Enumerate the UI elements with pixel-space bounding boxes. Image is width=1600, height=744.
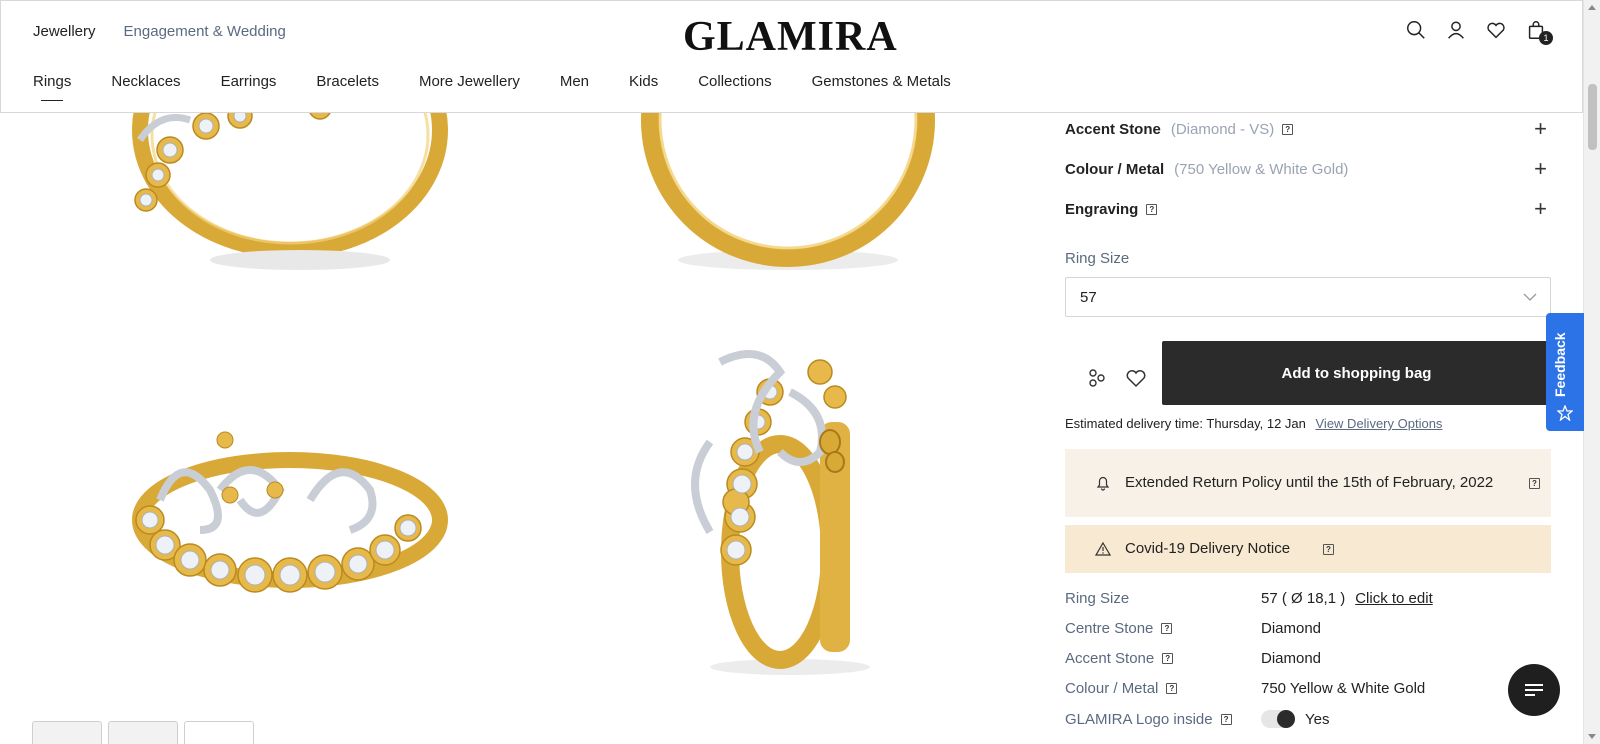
- view-delivery-options-link[interactable]: View Delivery Options: [1316, 416, 1443, 431]
- option-value: (750 Yellow & White Gold): [1174, 160, 1349, 178]
- share-icon[interactable]: [1085, 366, 1109, 390]
- chat-icon: [1525, 684, 1543, 696]
- spec-label: GLAMIRA Logo inside: [1065, 711, 1213, 728]
- warning-icon: [1095, 541, 1111, 556]
- nav-gemstones-metals[interactable]: Gemstones & Metals: [812, 73, 951, 90]
- spec-label: Centre Stone: [1065, 620, 1154, 637]
- spec-label: Colour / Metal: [1065, 680, 1159, 697]
- help-icon[interactable]: ?: [1323, 543, 1334, 555]
- scrollbar-thumb[interactable]: [1588, 84, 1597, 150]
- spec-value: 750 Yellow & White Gold: [1261, 680, 1426, 697]
- nav-rings[interactable]: Rings: [33, 73, 71, 101]
- ring-size-value: 57: [1080, 288, 1097, 306]
- ring-image-1[interactable]: [110, 90, 450, 280]
- return-policy-text: Extended Return Policy until the 15th of…: [1125, 474, 1494, 491]
- delivery-estimate: Estimated delivery time: Thursday, 12 Ja…: [1065, 416, 1442, 431]
- nav-jewellery[interactable]: Jewellery: [33, 23, 96, 40]
- feedback-tab[interactable]: Feedback: [1546, 313, 1584, 431]
- nav-bracelets[interactable]: Bracelets: [316, 73, 379, 90]
- help-icon[interactable]: ?: [1529, 477, 1540, 489]
- option-label: Colour / Metal: [1065, 160, 1165, 178]
- top-nav: Jewellery Engagement & Wedding: [33, 23, 286, 40]
- nav-necklaces[interactable]: Necklaces: [111, 73, 180, 90]
- spec-label: Ring Size: [1065, 590, 1130, 607]
- chat-button[interactable]: [1508, 664, 1560, 716]
- toggle-label: Yes: [1305, 711, 1330, 728]
- nav-men[interactable]: Men: [560, 73, 589, 90]
- logo-inside-toggle[interactable]: [1261, 710, 1295, 728]
- ring-size-label: Ring Size: [1065, 250, 1130, 267]
- option-label: Engraving: [1065, 200, 1139, 218]
- add-to-bag-button[interactable]: Add to shopping bag: [1162, 341, 1551, 405]
- thumbnail[interactable]: [108, 721, 178, 744]
- spec-label-wrap: GLAMIRA Logo inside?: [1065, 711, 1232, 728]
- edit-ring-size-link[interactable]: Click to edit: [1355, 590, 1433, 607]
- scroll-down-arrow[interactable]: [1588, 734, 1596, 739]
- spec-label-wrap: Accent Stone?: [1065, 650, 1174, 667]
- category-nav: Rings Necklaces Earrings Bracelets More …: [33, 73, 991, 101]
- page-scrollbar[interactable]: [1583, 0, 1600, 744]
- nav-engagement-wedding[interactable]: Engagement & Wedding: [124, 23, 286, 40]
- ring-image-4[interactable]: [670, 342, 910, 682]
- ring-size-select[interactable]: 57: [1065, 277, 1551, 317]
- covid-notice-text: Covid-19 Delivery Notice: [1125, 540, 1291, 557]
- delivery-prefix: Estimated delivery time:: [1065, 416, 1203, 431]
- delivery-date: Thursday, 12 Jan: [1206, 416, 1306, 431]
- thumbnail[interactable]: [32, 721, 102, 744]
- help-icon[interactable]: ?: [1220, 714, 1232, 725]
- help-icon[interactable]: ?: [1282, 123, 1294, 135]
- cart-count-badge: 1: [1539, 31, 1553, 45]
- help-icon[interactable]: ?: [1166, 683, 1178, 694]
- nav-earrings[interactable]: Earrings: [221, 73, 277, 90]
- spec-label-wrap: Colour / Metal?: [1065, 680, 1178, 697]
- nav-collections[interactable]: Collections: [698, 73, 771, 90]
- scroll-up-arrow[interactable]: [1588, 5, 1596, 10]
- help-icon[interactable]: ?: [1162, 653, 1174, 664]
- site-header: Jewellery Engagement & Wedding GLAMIRA 1…: [0, 0, 1583, 113]
- header-icons: 1: [1405, 19, 1553, 45]
- spec-value: 57 ( Ø 18,1 ): [1261, 590, 1346, 607]
- thumbnail[interactable]: [184, 721, 254, 744]
- star-icon: [1557, 405, 1573, 421]
- cart-button[interactable]: 1: [1525, 19, 1553, 45]
- nav-more-jewellery[interactable]: More Jewellery: [419, 73, 520, 90]
- expand-plus-icon[interactable]: +: [1534, 157, 1547, 181]
- return-policy-notice: Extended Return Policy until the 15th of…: [1065, 449, 1551, 517]
- search-icon[interactable]: [1405, 19, 1427, 41]
- user-icon[interactable]: [1445, 19, 1467, 41]
- option-label: Accent Stone: [1065, 120, 1161, 138]
- chevron-down-icon: [1523, 293, 1537, 301]
- ring-image-3[interactable]: [120, 420, 450, 610]
- engraving-option[interactable]: Engraving ? +: [1065, 197, 1551, 221]
- product-page: Jewellery Engagement & Wedding GLAMIRA 1…: [0, 0, 1600, 744]
- spec-value-wrap: 57 ( Ø 18,1 ) Click to edit: [1261, 590, 1433, 607]
- colour-metal-option[interactable]: Colour / Metal (750 Yellow & White Gold)…: [1065, 157, 1551, 181]
- heart-icon[interactable]: [1124, 366, 1148, 390]
- heart-icon[interactable]: [1485, 19, 1507, 41]
- glamira-logo[interactable]: GLAMIRA: [683, 13, 898, 61]
- covid-notice[interactable]: Covid-19 Delivery Notice ?: [1065, 525, 1551, 573]
- help-icon[interactable]: ?: [1146, 203, 1158, 215]
- accent-stone-option[interactable]: Accent Stone (Diamond - VS) ? +: [1065, 117, 1551, 141]
- help-icon[interactable]: ?: [1161, 623, 1173, 634]
- option-value: (Diamond - VS): [1170, 120, 1275, 138]
- expand-plus-icon[interactable]: +: [1534, 117, 1547, 141]
- nav-kids[interactable]: Kids: [629, 73, 658, 90]
- spec-label: Accent Stone: [1065, 650, 1155, 667]
- spec-label-wrap: Centre Stone?: [1065, 620, 1173, 637]
- spec-value: Diamond: [1261, 620, 1322, 637]
- spec-value: Diamond: [1261, 650, 1322, 667]
- thumbnail-strip: [32, 721, 254, 744]
- feedback-label: Feedback: [1552, 332, 1568, 397]
- expand-plus-icon[interactable]: +: [1534, 197, 1547, 221]
- bell-icon: [1096, 476, 1110, 491]
